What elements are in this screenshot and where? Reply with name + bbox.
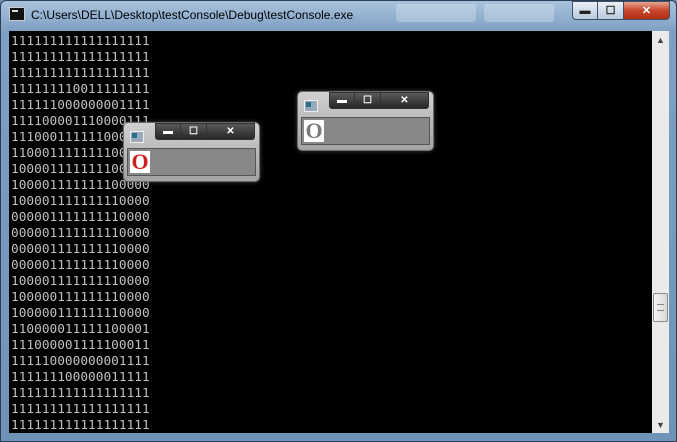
maximize-button[interactable]: ☐ bbox=[598, 1, 624, 20]
console-line: 000001111111110000 bbox=[11, 242, 150, 257]
maximize-icon: ☐ bbox=[363, 95, 372, 106]
popup-close-button[interactable]: ✕ bbox=[381, 92, 429, 109]
console-line: 100000111111110000 bbox=[11, 290, 150, 305]
popup-caption-buttons: ▬ ☐ ✕ bbox=[329, 92, 429, 110]
gray-o-glyph: O bbox=[304, 118, 324, 143]
popup-app-icon bbox=[130, 131, 144, 143]
close-icon: ✕ bbox=[641, 5, 652, 17]
minimize-icon: ▬ bbox=[579, 4, 591, 17]
console-line: 111110000000001111 bbox=[11, 354, 150, 369]
maximize-icon: ☐ bbox=[605, 5, 616, 17]
console-line: 111111110011111111 bbox=[11, 82, 150, 97]
popup-close-button[interactable]: ✕ bbox=[207, 123, 255, 140]
console-line: 100000111111110000 bbox=[11, 306, 150, 321]
popup-caption-buttons: ▬ ☐ ✕ bbox=[155, 123, 255, 141]
console-line: 111111111111111111 bbox=[11, 402, 150, 417]
maximize-icon: ☐ bbox=[189, 126, 198, 137]
console-line: 111000001111100011 bbox=[11, 338, 150, 353]
scroll-up-button[interactable]: ▲ bbox=[652, 31, 669, 48]
console-line: 111111111111111111 bbox=[11, 66, 150, 81]
window-title: C:\Users\DELL\Desktop\testConsole\Debug\… bbox=[31, 8, 354, 22]
console-app-icon bbox=[9, 7, 25, 21]
popup-app-icon bbox=[304, 100, 318, 112]
close-icon: ✕ bbox=[226, 126, 235, 137]
popup-minimize-button[interactable]: ▬ bbox=[329, 92, 355, 109]
chevron-up-icon: ▲ bbox=[656, 34, 665, 45]
caption-buttons: ▬ ☐ ✕ bbox=[572, 1, 670, 20]
console-line: 000001111111110000 bbox=[11, 258, 150, 273]
scroll-thumb[interactable] bbox=[653, 293, 668, 322]
popup-minimize-button[interactable]: ▬ bbox=[155, 123, 181, 140]
popup-maximize-button[interactable]: ☐ bbox=[181, 123, 207, 140]
console-window: C:\Users\DELL\Desktop\testConsole\Debug\… bbox=[0, 0, 677, 442]
console-line: 111111100000011111 bbox=[11, 370, 150, 385]
close-button[interactable]: ✕ bbox=[624, 1, 670, 20]
console-line: 000001111111110000 bbox=[11, 210, 150, 225]
chevron-down-icon: ▼ bbox=[656, 419, 665, 430]
minimize-icon: ▬ bbox=[163, 126, 173, 137]
console-line: 111111111111111111 bbox=[11, 50, 150, 65]
minimize-icon: ▬ bbox=[337, 95, 347, 106]
background-tab bbox=[484, 4, 554, 22]
console-line: 100001111111110000 bbox=[11, 194, 150, 209]
console-line: 111111111111111111 bbox=[11, 418, 150, 433]
console-line: 110000011111100001 bbox=[11, 322, 150, 337]
popup-content: O bbox=[301, 117, 430, 145]
title-bar[interactable]: C:\Users\DELL\Desktop\testConsole\Debug\… bbox=[1, 1, 676, 31]
popup-content: O bbox=[127, 148, 256, 176]
background-tab bbox=[396, 4, 476, 22]
scroll-down-button[interactable]: ▼ bbox=[652, 416, 669, 433]
popup-window-gray[interactable]: ▬ ☐ ✕ O bbox=[297, 91, 434, 151]
popup-maximize-button[interactable]: ☐ bbox=[355, 92, 381, 109]
console-line: 111111000000001111 bbox=[11, 98, 150, 113]
console-line: 000001111111110000 bbox=[11, 226, 150, 241]
close-icon: ✕ bbox=[400, 95, 409, 106]
console-line: 111111111111111111 bbox=[11, 34, 150, 49]
console-line: 111111111111111111 bbox=[11, 386, 150, 401]
vertical-scrollbar[interactable]: ▲ ▼ bbox=[652, 31, 669, 433]
popup-window-red[interactable]: ▬ ☐ ✕ O bbox=[123, 122, 260, 182]
minimize-button[interactable]: ▬ bbox=[572, 1, 598, 20]
console-line: 100001111111110000 bbox=[11, 274, 150, 289]
red-o-glyph: O bbox=[130, 149, 150, 174]
